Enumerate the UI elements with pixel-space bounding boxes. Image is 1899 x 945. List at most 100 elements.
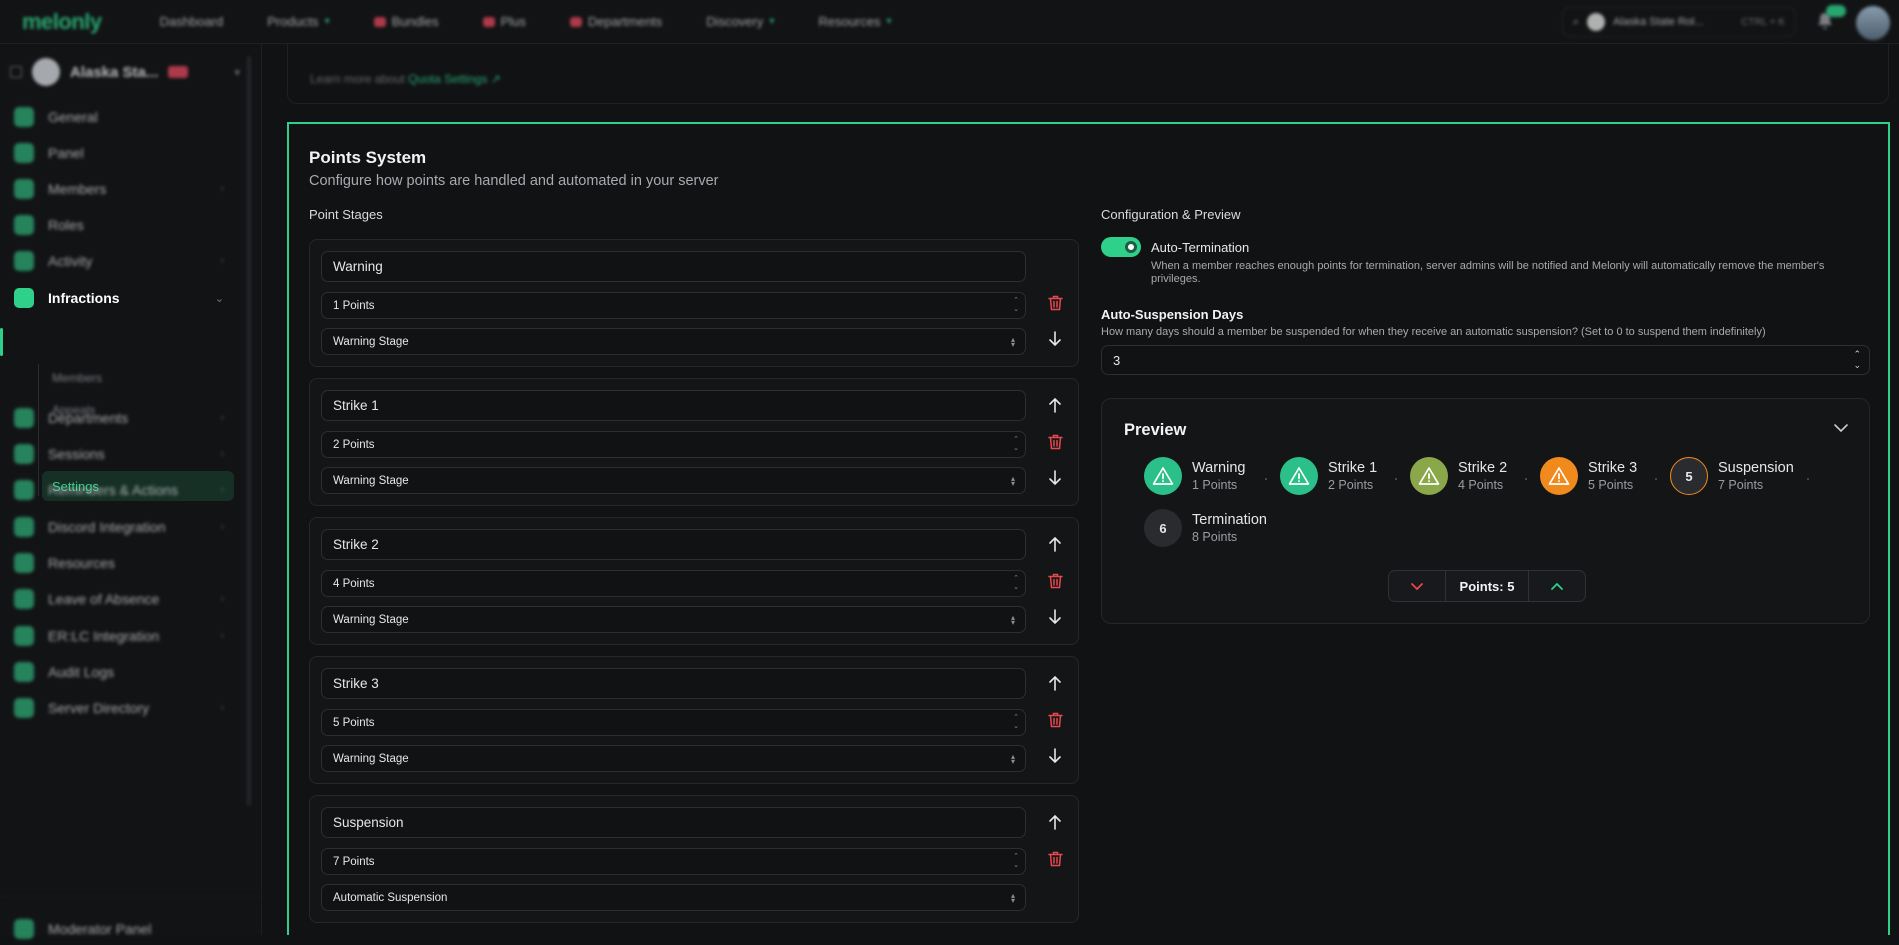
trash-icon [1047, 712, 1063, 728]
nav-departments[interactable]: Departments [548, 14, 684, 29]
stage-number-6: 6 [1144, 509, 1182, 547]
move-down-button[interactable] [1045, 607, 1065, 627]
preview-stage-strike-1: Strike 1 2 Points [1280, 457, 1377, 495]
separator-dot [1395, 478, 1397, 480]
nav-products[interactable]: Products ▾ [245, 14, 351, 29]
sidebar-item-infractions[interactable]: Infractions ⌄ [14, 282, 224, 314]
nav-discovery[interactable]: Discovery ▾ [684, 14, 796, 29]
activity-icon [14, 251, 34, 271]
nav-departments-label: Departments [587, 14, 663, 29]
stage-points-input[interactable]: 4 Points ⌃ ⌄ [321, 570, 1026, 597]
config-preview-label: Configuration & Preview [1101, 207, 1241, 222]
delete-stage-button[interactable] [1045, 571, 1065, 591]
section-subtitle: Configure how points are handled and aut… [309, 173, 719, 189]
spinner-icon[interactable]: ⌃ ⌄ [1013, 713, 1019, 731]
search-bar[interactable]: ⌕ Alaska State Rol... CTRL + K [1562, 7, 1796, 37]
delete-stage-button[interactable] [1045, 293, 1065, 313]
departments-icon [569, 16, 582, 27]
nav-bundles-label: Bundles [391, 14, 439, 29]
sidebar-item-members[interactable]: Members › [14, 173, 224, 205]
move-up-button[interactable] [1045, 812, 1065, 832]
server-name: Alaska Sta... [70, 63, 159, 81]
stage-points-input[interactable]: 1 Points ⌃ ⌄ [321, 292, 1026, 319]
move-down-button[interactable] [1045, 468, 1065, 488]
quota-settings-link[interactable]: Quota Settings [408, 72, 487, 86]
search-shortcut: CTRL + K [1741, 16, 1785, 28]
monitor-icon [14, 143, 34, 163]
move-down-button[interactable] [1045, 746, 1065, 766]
stage-type-select[interactable]: Warning Stage ▴ ▾ [321, 745, 1026, 772]
separator-dot [1525, 478, 1527, 480]
stage-type-select[interactable]: Warning Stage ▴ ▾ [321, 328, 1026, 355]
stage-points-input[interactable]: 2 Points ⌃ ⌄ [321, 431, 1026, 458]
quota-settings-card: Learn more about Quota Settings ↗ [287, 44, 1889, 104]
decrease-points-button[interactable] [1389, 571, 1445, 601]
stage-number-5: 5 [1670, 457, 1708, 495]
sidebar-item-general[interactable]: General [14, 101, 224, 133]
search-server-name: Alaska State Rol... [1613, 16, 1704, 28]
delete-stage-button[interactable] [1045, 432, 1065, 452]
increase-points-button[interactable] [1529, 571, 1585, 601]
sidebar-toggle-icon[interactable] [10, 66, 22, 78]
stage-type-select[interactable]: Warning Stage ▴ ▾ [321, 606, 1026, 633]
stage-points-value: 2 Points [333, 438, 375, 451]
sidebar-item-roles[interactable]: Roles [14, 209, 224, 241]
move-up-button[interactable] [1045, 534, 1065, 554]
sidebar-item-panel[interactable]: Panel [14, 137, 224, 169]
warning-icon [1540, 457, 1578, 495]
preview-stage-points: 1 Points [1192, 478, 1238, 492]
stage-type-value: Automatic Suspension [333, 891, 448, 904]
spinner-icon[interactable]: ⌃ ⌄ [1013, 852, 1019, 870]
move-down-button[interactable] [1045, 329, 1065, 349]
chevron-right-icon: › [220, 255, 224, 267]
server-avatar [32, 58, 60, 86]
sidebar-subitem-appeals[interactable]: Appeals [52, 403, 95, 417]
sidebar-item-activity[interactable]: Activity › [14, 245, 224, 277]
stage-name-input[interactable]: Strike 1 [321, 390, 1026, 421]
separator-dot [1655, 478, 1657, 480]
preview-stage-strike-3: Strike 3 5 Points [1540, 457, 1637, 495]
suspension-days-input[interactable]: 3 ⌃ ⌄ [1101, 345, 1870, 375]
stage-type-select[interactable]: Warning Stage ▴ ▾ [321, 467, 1026, 494]
nav-resources[interactable]: Resources ▾ [796, 14, 913, 29]
nav-plus[interactable]: Plus [461, 14, 548, 29]
arrow-up-icon [1049, 397, 1061, 413]
delete-stage-button[interactable] [1045, 710, 1065, 730]
auto-termination-toggle[interactable] [1101, 237, 1141, 257]
spinner-icon[interactable]: ⌃ ⌄ [1853, 349, 1861, 371]
stage-name-input[interactable]: Strike 2 [321, 529, 1026, 560]
trash-icon [1047, 851, 1063, 867]
stage-card: Strike 2 4 Points ⌃ ⌄ Warning Stage ▴ ▾ [309, 517, 1079, 645]
spinner-icon[interactable]: ⌃ ⌄ [1013, 574, 1019, 592]
stage-name-input[interactable]: Strike 3 [321, 668, 1026, 699]
stage-points-input[interactable]: 7 Points ⌃ ⌄ [321, 848, 1026, 875]
user-avatar[interactable] [1856, 6, 1890, 40]
auto-termination-label: Auto-Termination [1151, 240, 1250, 255]
stage-points-input[interactable]: 5 Points ⌃ ⌄ [321, 709, 1026, 736]
brand-logo[interactable]: melonly [22, 9, 102, 35]
delete-stage-button[interactable] [1045, 849, 1065, 869]
sidebar-subitem-members[interactable]: Members [52, 371, 102, 385]
stage-type-select[interactable]: Automatic Suspension ▴ ▾ [321, 884, 1026, 911]
chevron-down-icon[interactable] [1833, 423, 1849, 433]
preview-stage-name: Warning [1192, 460, 1246, 476]
nav-plus-label: Plus [500, 14, 526, 29]
sidebar-subitem-settings[interactable]: Settings [42, 471, 234, 501]
preview-stage-name: Suspension [1718, 460, 1794, 476]
stage-name-input[interactable]: Suspension [321, 807, 1026, 838]
notification-badge [1826, 5, 1846, 17]
points-stepper: Points: 5 [1388, 570, 1586, 602]
select-arrows-icon: ▴ ▾ [1010, 891, 1015, 905]
move-up-button[interactable] [1045, 673, 1065, 693]
spinner-icon[interactable]: ⌃ ⌄ [1013, 296, 1019, 314]
globe-icon [14, 107, 34, 127]
nav-bundles[interactable]: Bundles [352, 14, 461, 29]
nav-dashboard[interactable]: Dashboard [138, 14, 246, 29]
stage-name-input[interactable]: Warning [321, 251, 1026, 282]
section-title: Points System [309, 148, 427, 167]
move-up-button[interactable] [1045, 395, 1065, 415]
users-icon [14, 179, 34, 199]
sidebar-item-label: General [48, 109, 98, 125]
server-switcher[interactable]: Alaska Sta... ▾ [10, 52, 240, 92]
spinner-icon[interactable]: ⌃ ⌄ [1013, 435, 1019, 453]
